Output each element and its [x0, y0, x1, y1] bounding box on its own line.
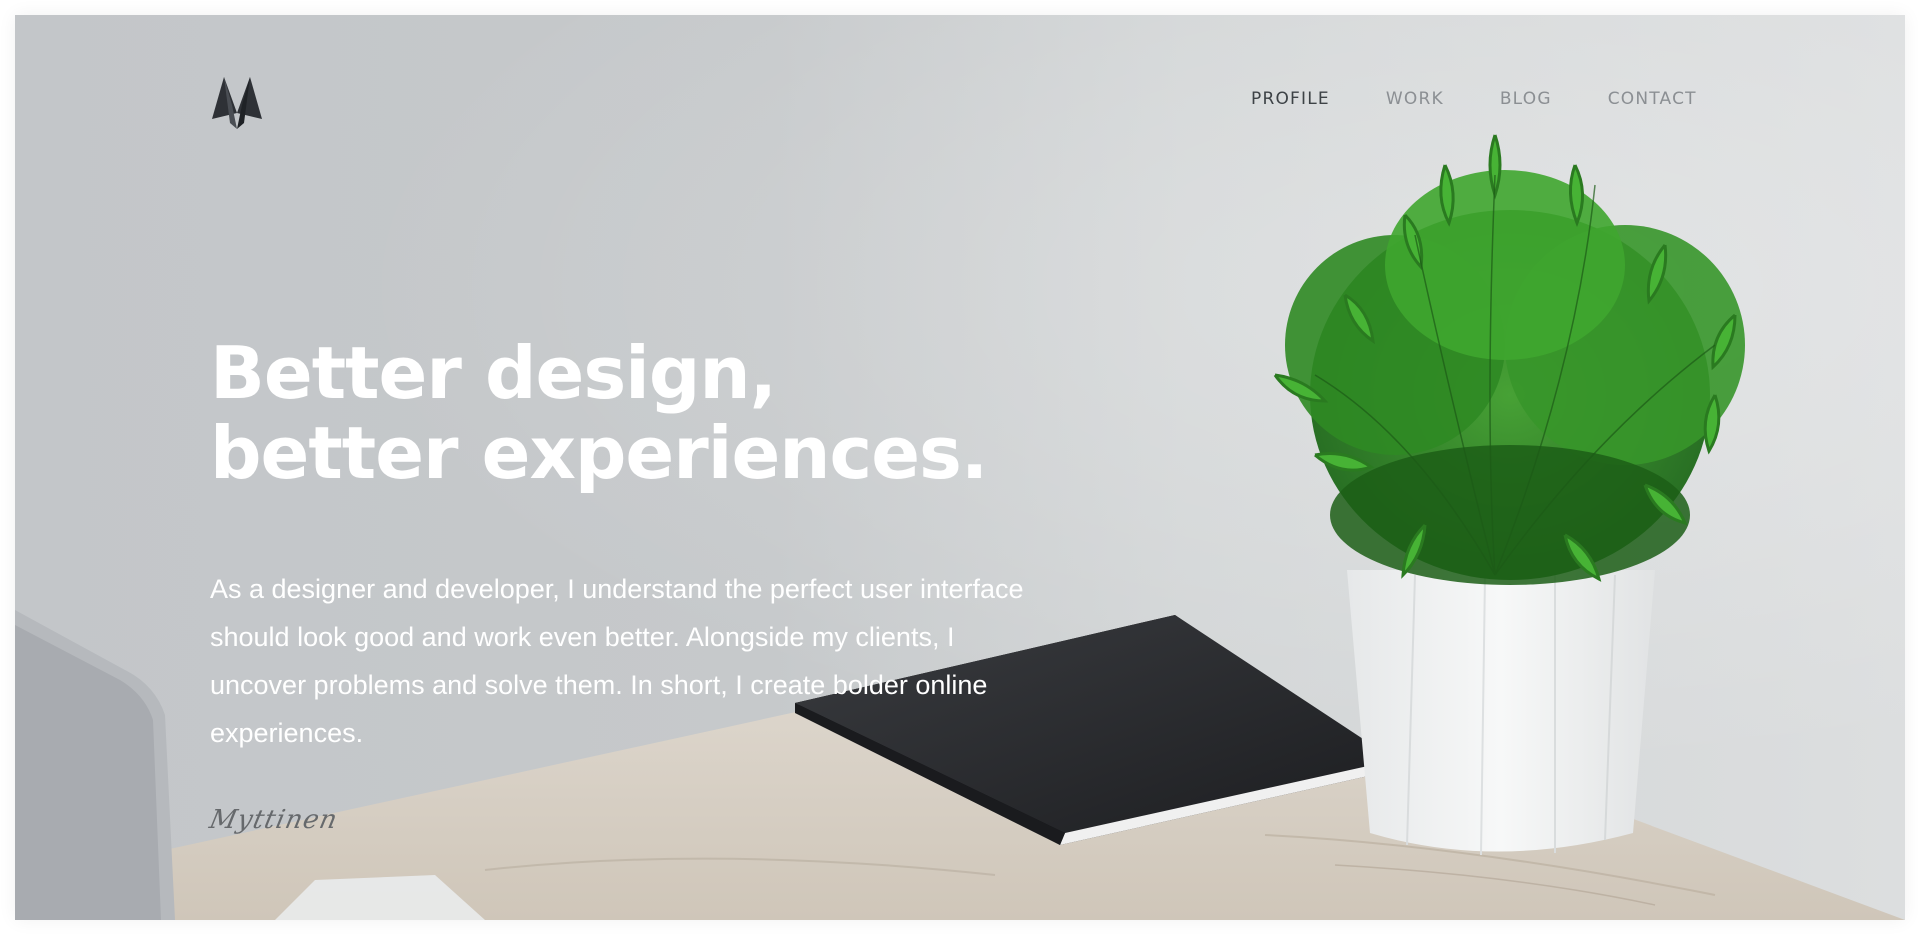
hero-headline-line-2: better experiences. — [210, 411, 988, 495]
nav-work-link[interactable]: WORK — [1386, 89, 1444, 109]
hero-headline: Better design, better experiences. — [210, 331, 988, 495]
main-nav: PROFILE WORK BLOG CONTACT — [1251, 89, 1697, 109]
hero-frame: PROFILE WORK BLOG CONTACT Better design,… — [15, 15, 1905, 920]
nav-contact-link[interactable]: CONTACT — [1608, 89, 1697, 109]
signature: Myttinen — [206, 805, 341, 835]
plant-pot — [1347, 570, 1655, 856]
nav-profile-link[interactable]: PROFILE — [1251, 89, 1330, 109]
hero-bio: As a designer and developer, I understan… — [210, 574, 1024, 748]
hero-headline-line-1: Better design, — [210, 331, 777, 415]
nav-blog-link[interactable]: BLOG — [1500, 89, 1552, 109]
plant-leaves — [1273, 134, 1745, 585]
brand-logo-icon[interactable] — [210, 75, 264, 129]
